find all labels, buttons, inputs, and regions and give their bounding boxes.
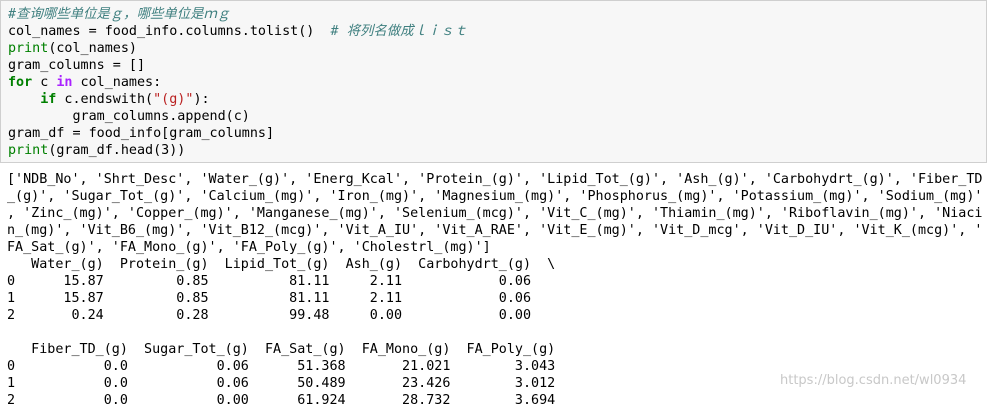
builtin-print: print — [8, 143, 49, 158]
code-text: gram_columns.append(c) — [8, 109, 250, 124]
code-text: gram_columns = [] — [8, 58, 146, 73]
builtin-print: print — [8, 41, 49, 56]
table1-row: 0 15.87 0.85 81.11 2.11 0.06 — [7, 274, 556, 289]
code-line-3: print(col_names) — [8, 40, 137, 57]
code-line-1: #查询哪些单位是ｇ，哪些单位是ｍｇ — [8, 6, 230, 23]
code-cell[interactable]: #查询哪些单位是ｇ，哪些单位是ｍｇ col_names = food_info.… — [0, 0, 987, 163]
code-text: (col_names) — [48, 41, 137, 56]
code-line-4: gram_columns = [] — [8, 57, 145, 74]
table1-row: 2 0.24 0.28 99.48 0.00 0.00 — [7, 308, 556, 323]
code-line-6: if c.endswith("(g)"): — [8, 91, 210, 108]
code-text: c — [32, 75, 57, 90]
keyword-in: in — [56, 75, 73, 90]
output-list-line-2: _(g)', 'Sugar_Tot_(g)', 'Calcium_(mg)', … — [7, 189, 983, 204]
output-list-line-5: FA_Sat_(g)', 'FA_Mono_(g)', 'FA_Poly_(g)… — [7, 240, 491, 255]
code-text: ): — [193, 92, 210, 107]
code-line-7: gram_columns.append(c) — [8, 108, 250, 125]
table2-row: 0 0.0 0.06 51.368 21.021 3.043 — [7, 359, 556, 374]
code-comment: #查询哪些单位是ｇ，哪些单位是ｍｇ — [8, 7, 231, 22]
code-comment: # 将列名做成ｌｉｓｔ — [330, 24, 468, 39]
output-list-line-1: ['NDB_No', 'Shrt_Desc', 'Water_(g)', 'En… — [7, 172, 983, 187]
code-text: (gram_df.head(3)) — [48, 143, 186, 158]
keyword-for: for — [8, 75, 33, 90]
keyword-if: if — [40, 92, 57, 107]
output-list-line-4: n_(mg)', 'Vit_B6_(mg)', 'Vit_B12_(mcg)',… — [7, 223, 983, 238]
table2-row: 1 0.0 0.06 50.489 23.426 3.012 — [7, 376, 556, 391]
code-text: col_names = food_info.columns.tolist() — [8, 24, 331, 39]
code-line-8: gram_df = food_info[gram_columns] — [8, 125, 274, 142]
string-literal: "(g)" — [153, 92, 194, 107]
code-text: c.endswith( — [56, 92, 154, 107]
code-line-2: col_names = food_info.columns.tolist() #… — [8, 23, 467, 40]
code-line-5: for c in col_names: — [8, 74, 161, 91]
code-line-9: print(gram_df.head(3)) — [8, 142, 185, 159]
output-list-line-3: , 'Zinc_(mg)', 'Copper_(mg)', 'Manganese… — [7, 206, 983, 221]
code-text: col_names: — [72, 75, 162, 90]
code-text: gram_df = food_info[gram_columns] — [8, 126, 275, 141]
table2-header: Fiber_TD_(g) Sugar_Tot_(g) FA_Sat_(g) FA… — [7, 342, 556, 357]
table1-header: Water_(g) Protein_(g) Lipid_Tot_(g) Ash_… — [7, 257, 556, 272]
watermark: https://blog.csdn.net/wl0934 — [780, 373, 967, 388]
table1-row: 1 15.87 0.85 81.11 2.11 0.06 — [7, 291, 556, 306]
